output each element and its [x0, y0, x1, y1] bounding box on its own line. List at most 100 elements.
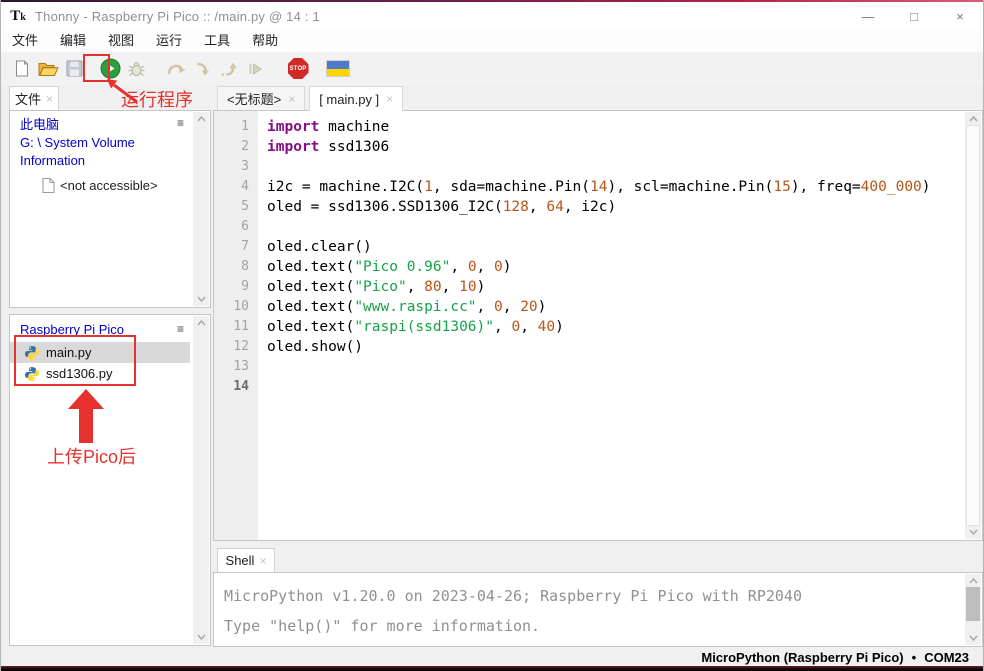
toolbar: STOP	[1, 52, 983, 85]
line-number: 13	[214, 357, 258, 377]
tree-item-label: <not accessible>	[60, 178, 158, 193]
volume-path-link[interactable]: G: \ System Volume Information	[20, 134, 170, 170]
shell-output: MicroPython v1.20.0 on 2023-04-26; Raspb…	[214, 581, 982, 641]
scroll-up-icon[interactable]	[197, 320, 206, 326]
title-bar: Tk Thonny - Raspberry Pi Pico :: /main.p…	[1, 2, 983, 30]
editor-tab-main-py[interactable]: [ main.py ] ×	[309, 86, 403, 111]
window-bottom-border	[1, 666, 983, 671]
shell-panel[interactable]: MicroPython v1.20.0 on 2023-04-26; Raspb…	[213, 572, 983, 647]
editor-tabbar: <无标题> × [ main.py ] ×	[213, 86, 981, 110]
pico-file-list: main.py ssd1306.py	[10, 342, 210, 384]
close-icon[interactable]: ×	[288, 93, 295, 105]
code-line-13	[258, 357, 982, 377]
tree-item-not-accessible[interactable]: <not accessible>	[42, 178, 210, 193]
pico-file-label: ssd1306.py	[46, 366, 113, 381]
scroll-down-icon[interactable]	[969, 529, 978, 535]
code-line-8: oled.text("Pico 0.96", 0, 0)	[258, 257, 982, 277]
open-file-icon[interactable]	[35, 56, 61, 82]
line-number: 6	[214, 217, 258, 237]
files-tab-label: 文件	[15, 89, 41, 108]
status-interpreter[interactable]: MicroPython (Raspberry Pi Pico)	[701, 650, 903, 665]
files-panel-tab[interactable]: 文件 ×	[9, 86, 59, 110]
scroll-up-icon[interactable]	[969, 578, 978, 584]
menu-item-file[interactable]: 文件	[1, 30, 49, 52]
files-scrollbar[interactable]	[193, 112, 209, 306]
pico-panel: Raspberry Pi Pico main.pyssd1306.py ≡	[9, 314, 211, 646]
run-current-script-icon[interactable]	[97, 56, 123, 82]
scroll-up-icon[interactable]	[969, 116, 978, 122]
code-line-6	[258, 217, 982, 237]
line-number: 12	[214, 337, 258, 357]
menu-item-tools[interactable]: 工具	[193, 30, 241, 52]
code-line-4: i2c = machine.I2C(1, sda=machine.Pin(14)…	[258, 177, 982, 197]
new-file-icon[interactable]	[9, 56, 35, 82]
shell-scrollbar[interactable]	[965, 574, 981, 645]
window-title: Thonny - Raspberry Pi Pico :: /main.py @…	[35, 9, 320, 24]
editor-tab-label: <无标题>	[227, 89, 281, 108]
python-file-icon	[24, 345, 40, 361]
debug-current-script-icon	[123, 56, 149, 82]
scroll-down-icon[interactable]	[197, 634, 206, 640]
menu-item-view[interactable]: 视图	[97, 30, 145, 52]
shell-output-line: MicroPython v1.20.0 on 2023-04-26; Raspb…	[214, 581, 982, 611]
scroll-down-icon[interactable]	[197, 296, 206, 302]
code-line-3	[258, 157, 982, 177]
line-number: 4	[214, 177, 258, 197]
close-button[interactable]: ×	[937, 2, 983, 30]
code-line-2: import ssd1306	[258, 137, 982, 157]
maximize-button[interactable]: □	[891, 2, 937, 30]
close-icon[interactable]: ×	[46, 93, 53, 105]
code-line-7: oled.clear()	[258, 237, 982, 257]
shell-tab[interactable]: Shell ×	[217, 548, 275, 572]
thonny-window: Tk Thonny - Raspberry Pi Pico :: /main.p…	[0, 0, 984, 671]
stop-restart-icon[interactable]: STOP	[285, 56, 311, 82]
step-into-icon	[189, 56, 215, 82]
scroll-up-icon[interactable]	[197, 116, 206, 122]
code-line-14	[258, 377, 982, 397]
shell-tab-label: Shell	[226, 553, 255, 568]
scroll-thumb[interactable]	[966, 125, 980, 526]
line-number: 3	[214, 157, 258, 177]
minimize-button[interactable]: —	[845, 2, 891, 30]
code-line-12: oled.show()	[258, 337, 982, 357]
code-editor[interactable]: 1234567891011121314 import machineimport…	[213, 110, 983, 541]
pico-file-ssd1306-py[interactable]: ssd1306.py	[10, 363, 190, 384]
status-bar: MicroPython (Raspberry Pi Pico) • COM23	[1, 648, 983, 666]
code-line-10: oled.text("www.raspi.cc", 0, 20)	[258, 297, 982, 317]
menu-item-run[interactable]: 运行	[145, 30, 193, 52]
step-over-icon	[163, 56, 189, 82]
shell-output-line: Type "help()" for more information.	[214, 611, 982, 641]
line-number: 11	[214, 317, 258, 337]
pico-menu-hamburger-icon[interactable]: ≡	[177, 323, 184, 335]
line-number: 1	[214, 117, 258, 137]
line-number: 7	[214, 237, 258, 257]
resume-icon	[241, 56, 267, 82]
editor-tab-label: [ main.py ]	[319, 92, 379, 107]
files-menu-hamburger-icon[interactable]: ≡	[177, 117, 184, 129]
pico-scrollbar[interactable]	[193, 316, 209, 644]
editor-tab-untitled[interactable]: <无标题> ×	[217, 86, 305, 110]
window-controls: — □ ×	[845, 2, 983, 30]
menu-item-help[interactable]: 帮助	[241, 30, 289, 52]
menu-item-edit[interactable]: 编辑	[49, 30, 97, 52]
editor-gutter: 1234567891011121314	[214, 111, 258, 540]
line-number: 5	[214, 197, 258, 217]
code-line-1: import machine	[258, 117, 982, 137]
status-port[interactable]: COM23	[924, 650, 969, 665]
save-file-icon	[61, 56, 87, 82]
editor-scrollbar[interactable]	[965, 112, 981, 539]
line-number: 2	[214, 137, 258, 157]
close-icon[interactable]: ×	[259, 555, 266, 567]
status-bullet: •	[912, 650, 917, 665]
thonny-logo-icon: Tk	[9, 7, 27, 25]
scroll-down-icon[interactable]	[969, 635, 978, 641]
line-number: 14	[214, 377, 258, 397]
ukraine-flag-icon	[325, 56, 351, 82]
line-number: 10	[214, 297, 258, 317]
pico-file-main-py[interactable]: main.py	[10, 342, 190, 363]
code-line-9: oled.text("Pico", 80, 10)	[258, 277, 982, 297]
document-icon	[42, 178, 55, 193]
close-icon[interactable]: ×	[386, 93, 393, 105]
scroll-thumb[interactable]	[966, 587, 980, 621]
editor-code-area[interactable]: import machineimport ssd1306 i2c = machin…	[258, 111, 982, 540]
